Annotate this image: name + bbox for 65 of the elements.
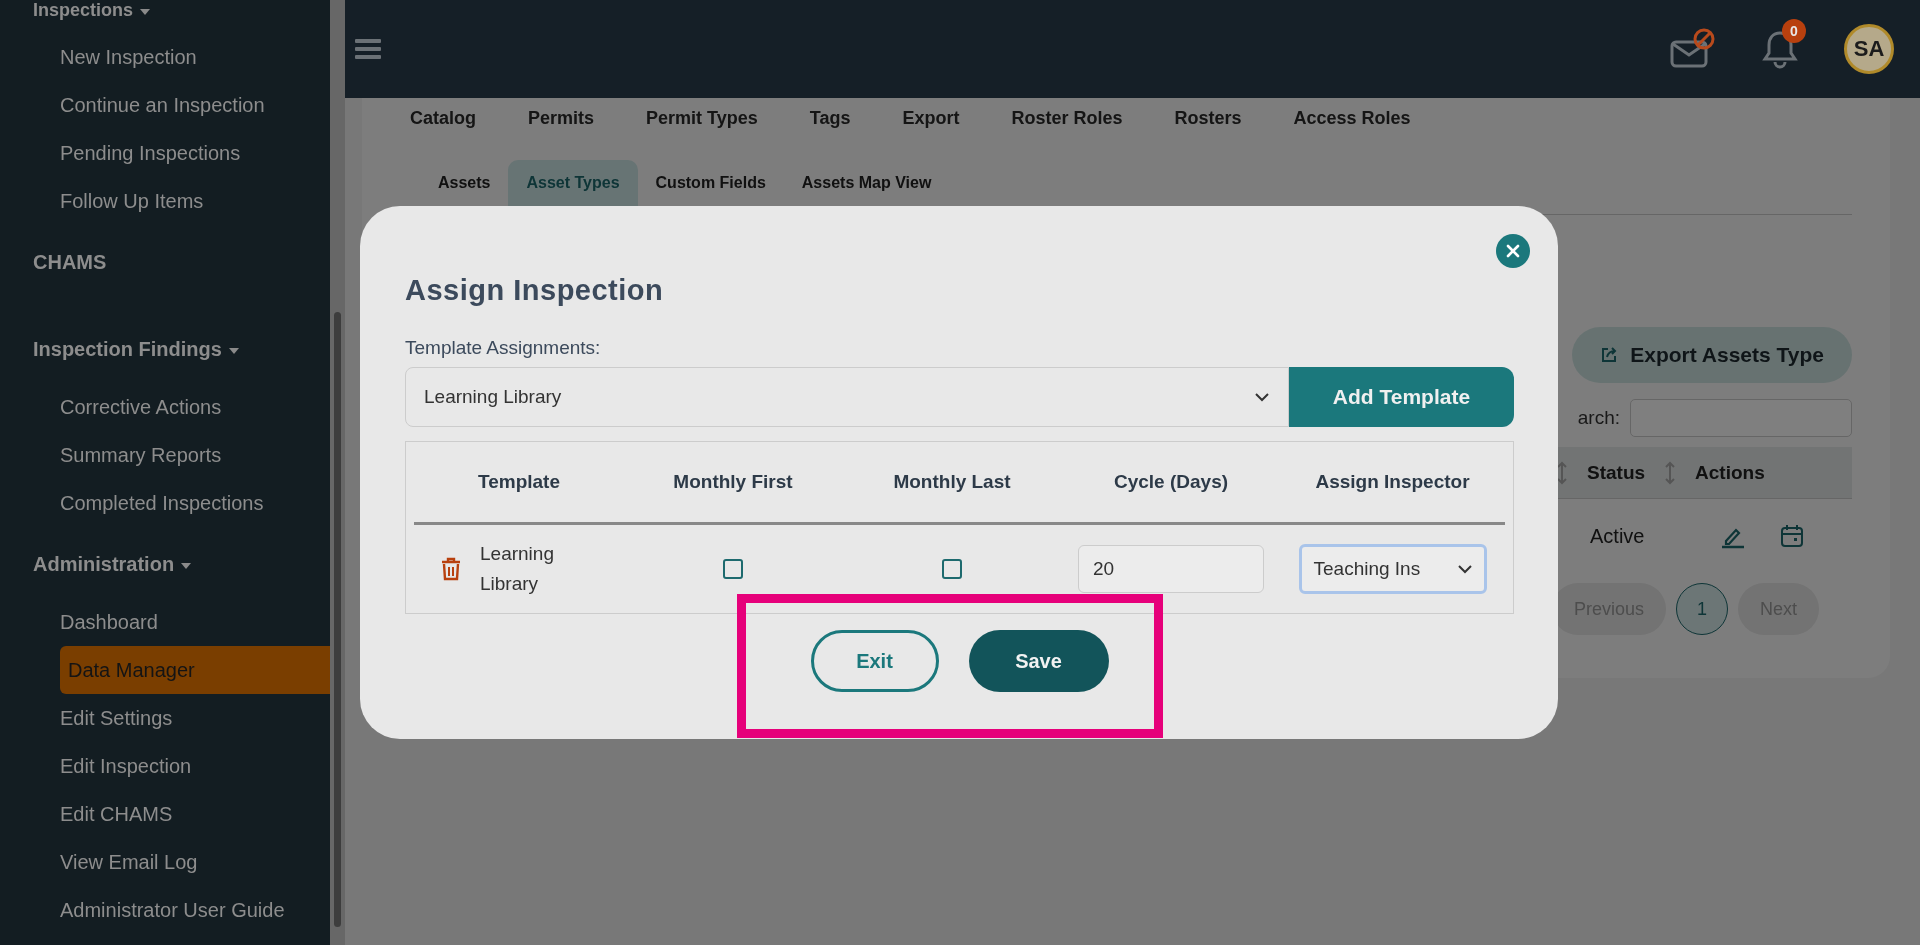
search-field[interactable]	[1630, 399, 1852, 437]
sidebar-section-header[interactable]: Administration	[0, 541, 330, 598]
modal-title: Assign Inspection	[405, 274, 665, 307]
column-header: Monthly First	[672, 471, 794, 493]
field-label: Template Assignments:	[405, 337, 602, 359]
sidebar-item[interactable]: Continue an Inspection	[60, 81, 330, 129]
checkbox[interactable]	[942, 559, 962, 579]
page-button[interactable]: 1	[1676, 583, 1729, 635]
chevron-down-icon	[1254, 392, 1270, 402]
chevron-down-icon	[1457, 564, 1472, 574]
sidebar-section-header[interactable]: Inspection Findings	[0, 326, 330, 383]
add-template-button[interactable]: Add Template	[1289, 367, 1514, 427]
menu-icon[interactable]	[355, 38, 381, 60]
sort-icon[interactable]	[1557, 460, 1567, 485]
sidebar-item[interactable]: Completed Inspections	[60, 479, 330, 527]
tab[interactable]: Permits	[528, 107, 595, 129]
column-header[interactable]: Status	[1587, 461, 1646, 484]
column-header: Monthly Last	[892, 471, 1012, 493]
column-header: Assign Inspector	[1314, 471, 1471, 493]
export-icon	[1600, 346, 1619, 364]
sidebar-item[interactable]: Edit Inspection	[60, 742, 330, 790]
tab[interactable]: Roster Roles	[1011, 107, 1123, 129]
table-cell-text: Learning Library	[480, 542, 555, 596]
tab[interactable]: Catalog	[410, 107, 476, 129]
sidebar-item[interactable]: Dashboard	[60, 598, 330, 646]
sidebar-item[interactable]: View Email Log	[60, 838, 330, 886]
notification-badge: 0	[1782, 19, 1806, 43]
trash-icon[interactable]	[440, 557, 462, 581]
sub-tab[interactable]: Assets Map View	[783, 160, 950, 206]
inspector-select[interactable]: Teaching Ins	[1298, 544, 1487, 594]
checkbox[interactable]	[723, 559, 743, 579]
cycle-field[interactable]: 20	[1078, 545, 1264, 593]
sidebar-item[interactable]: Edit CHAMS	[60, 790, 330, 838]
template-select[interactable]: Learning Library	[405, 367, 1289, 427]
export-button[interactable]: Export Assets Type	[1572, 327, 1852, 383]
sidebar-section-header[interactable]: Inspections	[0, 0, 330, 33]
tab[interactable]: Permit Types	[646, 107, 758, 129]
sidebar-item[interactable]: Summary Reports	[60, 431, 330, 479]
mail-blocked-icon[interactable]	[1670, 28, 1716, 70]
sidebar-item[interactable]: Edit Settings	[60, 694, 330, 742]
close-button[interactable]	[1496, 234, 1530, 268]
scrollbar[interactable]	[330, 0, 345, 945]
save-button[interactable]: Save	[968, 630, 1109, 692]
exit-button[interactable]: Exit	[810, 630, 939, 692]
sidebar-section-header[interactable]: CHAMS	[0, 239, 330, 296]
column-header: Template	[477, 471, 561, 493]
sidebar-item[interactable]: Follow Up Items	[60, 177, 330, 225]
sub-tab[interactable]: Assets	[420, 160, 509, 206]
sub-tab[interactable]: Asset Types	[508, 160, 638, 206]
column-header: Cycle (Days)	[1112, 471, 1230, 493]
sidebar-item[interactable]: New Inspection	[60, 33, 330, 81]
tab[interactable]: Tags	[809, 107, 851, 129]
sub-tab[interactable]: Custom Fields	[637, 160, 784, 206]
sidebar-item[interactable]: Corrective Actions	[60, 383, 330, 431]
table-cell-text: Active	[1590, 524, 1646, 548]
close-icon	[1506, 244, 1520, 258]
search-label: arch:	[1577, 407, 1620, 429]
calendar-icon[interactable]	[1780, 524, 1804, 548]
tab[interactable]: Export	[902, 107, 960, 129]
tab[interactable]: Rosters	[1174, 107, 1242, 129]
sidebar-item[interactable]: Administrator User Guide	[60, 886, 330, 934]
column-header: Actions	[1695, 461, 1765, 484]
tab[interactable]: Access Roles	[1293, 107, 1411, 129]
sidebar-item[interactable]: Pending Inspections	[60, 129, 330, 177]
user-avatar[interactable]: SA	[1844, 24, 1894, 74]
